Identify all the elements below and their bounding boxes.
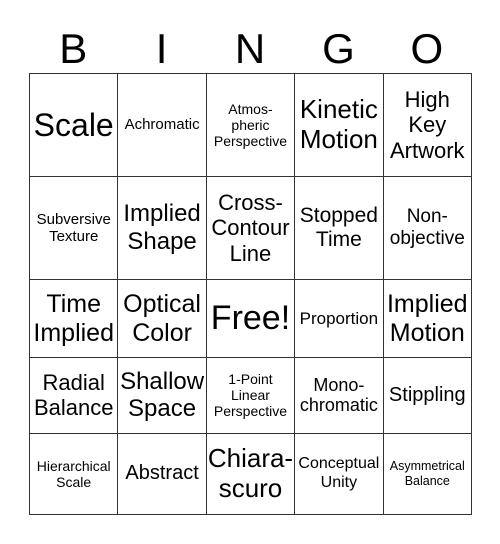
bingo-cell[interactable]: High Key Artwork [382,73,473,177]
cell-label: Scale [33,106,114,143]
cell-label: Hierarchical Scale [36,457,111,490]
cell-label: Atmos- pheric Perspective [213,100,288,150]
cell-label: Time Implied [33,289,114,347]
bingo-cell[interactable]: Asymmetrical Balance [382,432,473,516]
bingo-header: B I N G O [29,26,471,72]
bingo-cell[interactable]: Implied Shape [117,175,207,280]
header-letter: O [410,25,444,72]
header-letter: G [322,25,355,72]
bingo-cell[interactable]: Mono- chromatic [294,357,384,434]
grid-row: Hierarchical Scale Abstract Chiara- scuro C… [28,432,473,516]
bingo-cell[interactable]: Implied Motion [382,278,473,359]
cell-label: Radial Balance [33,370,114,421]
cell-label: Kinetic Motion [299,94,378,154]
bingo-cell[interactable]: Cross- Contour Line [205,175,296,280]
cell-label: Free! [210,299,291,338]
bingo-cell[interactable]: Shallow Space [117,357,207,434]
grid-row: Time Implied Optical Color Free! Proportion… [28,278,473,359]
bingo-cell[interactable]: Optical Color [117,278,207,359]
cell-label: Implied Motion [386,289,468,347]
bingo-cell[interactable]: Scale [28,73,119,177]
bingo-cell[interactable]: Stippling [382,357,473,434]
cell-label: Stippling [388,383,466,406]
bingo-cell[interactable]: Conceptual Unity [294,432,384,516]
bingo-grid: Scale Achromatic Atmos- pheric Perspective… [28,73,473,516]
cell-label: 1-Point Linear Perspective [213,371,288,420]
header-letter: I [155,25,168,72]
cell-label: Cross- Contour Line [211,190,290,266]
cell-label: Chiara- scuro [207,442,294,503]
bingo-cell[interactable]: Subversive Texture [28,175,119,280]
bingo-cell[interactable]: Abstract [117,432,207,516]
bingo-cell[interactable]: Hierarchical Scale [28,432,119,516]
cell-label: Non- objective [389,206,465,249]
bingo-cell[interactable]: Achromatic [117,73,207,177]
cell-label: Abstract [125,462,199,485]
bingo-cell[interactable]: 1-Point Linear Perspective [205,357,296,434]
cell-label: Achromatic [124,116,200,134]
grid-row: Scale Achromatic Atmos- pheric Perspective… [28,73,473,177]
cell-label: Shallow Space [120,367,205,423]
cell-label: Implied Shape [123,200,201,255]
cell-label: Mono- chromatic [299,374,378,416]
bingo-cell[interactable]: Chiara- scuro [205,432,296,516]
cell-label: Proportion [299,308,379,328]
cell-label: High Key Artwork [390,87,465,163]
cell-label: Conceptual Unity [298,455,380,491]
grid-row: Subversive Texture Implied Shape Cross- Co… [28,175,473,280]
cell-label: Subversive Texture [36,210,111,245]
header-letter: B [59,25,88,72]
bingo-cell[interactable]: Proportion [294,278,384,359]
free-space-cell[interactable]: Free! [205,278,296,359]
bingo-cell[interactable]: Time Implied [28,278,119,359]
cell-label: Stopped Time [299,203,378,251]
bingo-cell[interactable]: Kinetic Motion [294,73,384,177]
bingo-cell[interactable]: Atmos- pheric Perspective [205,73,296,177]
header-letter: N [234,25,266,72]
bingo-cell[interactable]: Stopped Time [294,175,384,280]
bingo-cell[interactable]: Radial Balance [28,357,119,434]
bingo-cell[interactable]: Non- objective [382,175,473,280]
cell-label: Optical Color [123,289,201,347]
grid-row: Radial Balance Shallow Space 1-Point Linea… [28,357,473,434]
cell-label: Asymmetrical Balance [389,459,465,488]
